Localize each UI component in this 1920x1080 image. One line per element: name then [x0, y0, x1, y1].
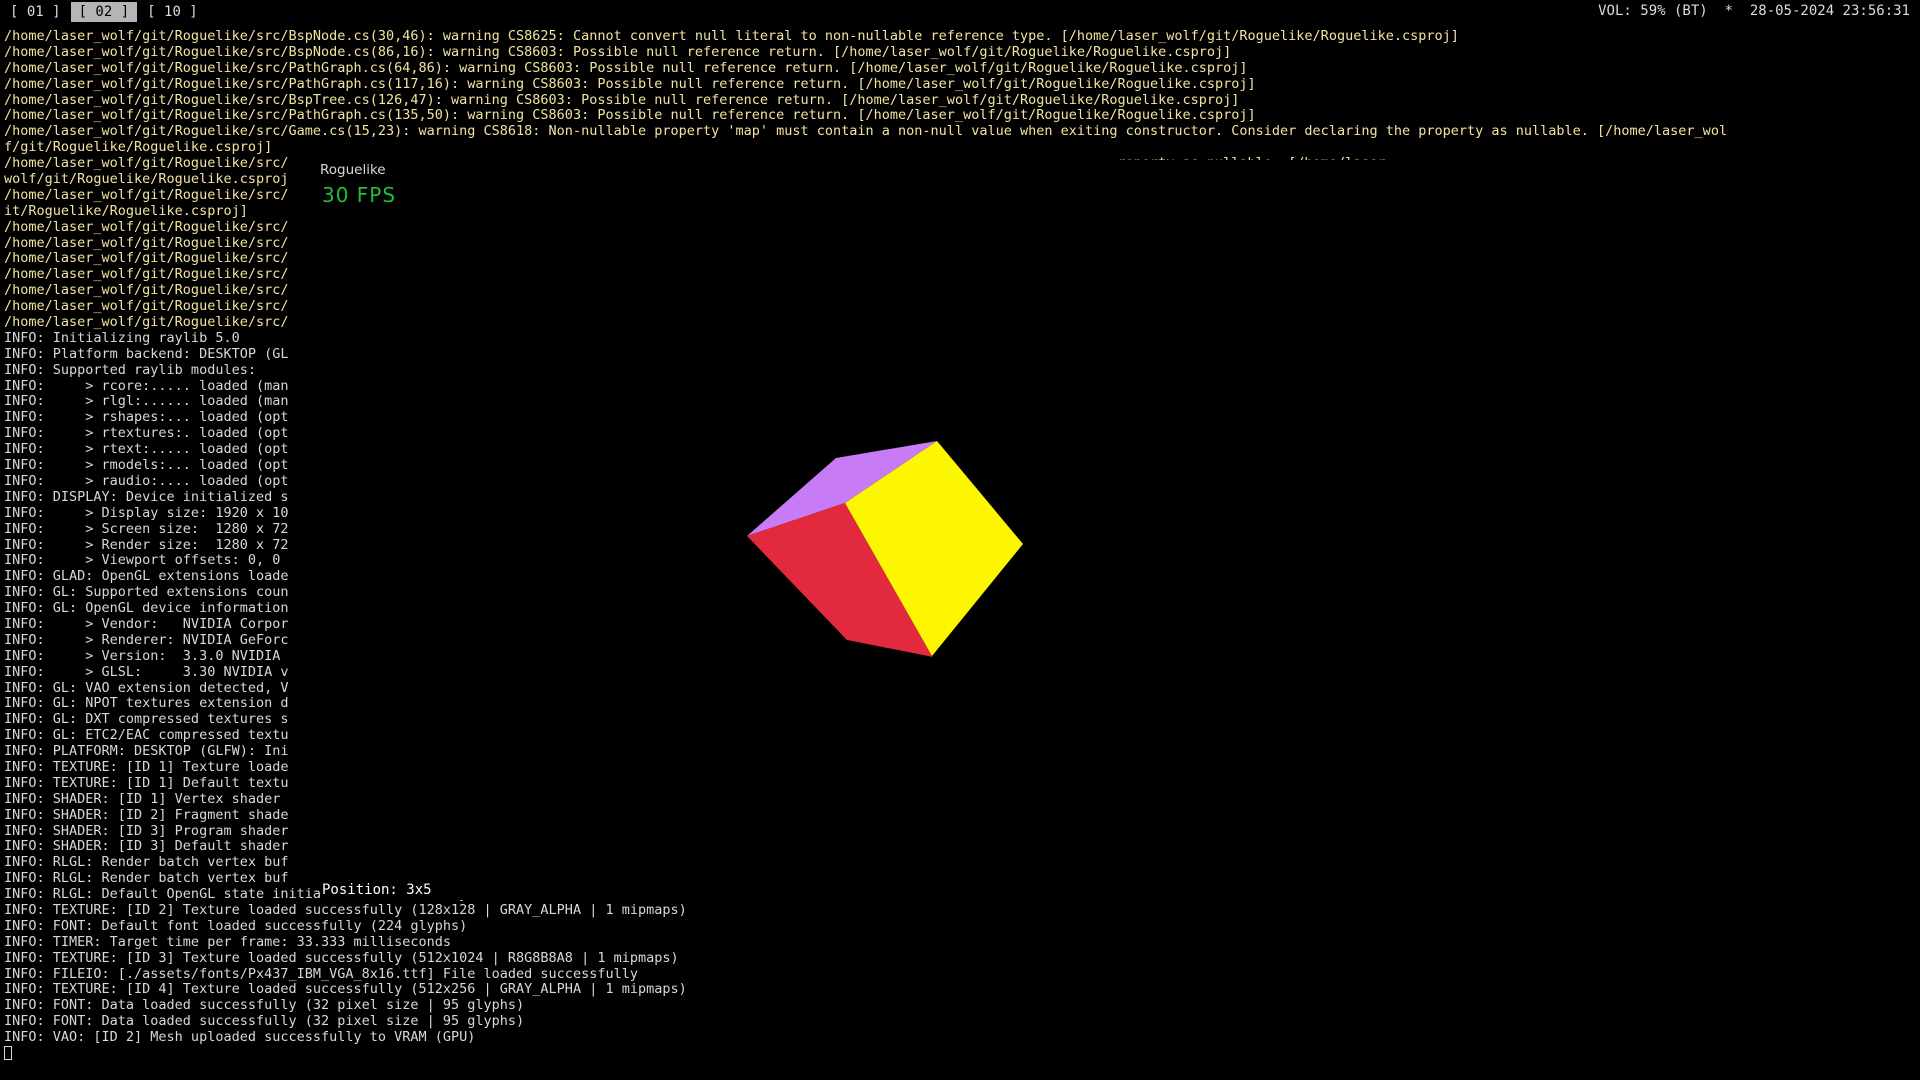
- warning-line: /home/laser_wolf/git/Roguelike/src/Game.…: [4, 124, 1728, 140]
- warning-line: /home/laser_wolf/git/Roguelike/src/PathG…: [4, 76, 1256, 92]
- warning-line: /home/laser_wolf/git/Roguelike/src/BspTr…: [4, 92, 1240, 108]
- info-line: INFO: TIMER: Target time per frame: 33.3…: [4, 934, 452, 950]
- info-line: INFO: FONT: Default font loaded successf…: [4, 918, 468, 934]
- status-bar: [ 01 ] [ 02 ] [ 10 ] VOL: 59% (BT) * 28-…: [0, 0, 1920, 24]
- warning-line: f/git/Roguelike/Roguelike.csproj]: [4, 140, 273, 156]
- info-line: INFO: TEXTURE: [ID 4] Texture loaded suc…: [4, 982, 687, 998]
- warning-line: /home/laser_wolf/git/Roguelike/src/BspNo…: [4, 44, 1232, 60]
- info-line: INFO: FONT: Data loaded successfully (32…: [4, 1014, 525, 1030]
- terminal-cursor[interactable]: [4, 1046, 12, 1060]
- workspace-2[interactable]: [ 02 ]: [70, 2, 138, 22]
- game-window[interactable]: Roguelike 30 FPS Position: 3x5: [320, 160, 1600, 900]
- warning-line: /home/laser_wolf/git/Roguelike/src/PathG…: [4, 108, 1256, 124]
- info-line: INFO: FONT: Data loaded successfully (32…: [4, 998, 525, 1014]
- system-status: VOL: 59% (BT) * 28-05-2024 23:56:31: [1598, 3, 1910, 19]
- workspace-1[interactable]: [ 01 ]: [2, 2, 69, 22]
- warning-line: /home/laser_wolf/git/Roguelike/src/BspNo…: [4, 29, 1459, 44]
- position-readout: Position: 3x5: [322, 882, 432, 898]
- info-line: INFO: FILEIO: [./assets/fonts/Px437_IBM_…: [4, 966, 638, 982]
- workspace-10[interactable]: [ 10 ]: [139, 2, 206, 22]
- info-line: INFO: VAO: [ID 2] Mesh uploaded successf…: [4, 1030, 476, 1046]
- info-line: INFO: TEXTURE: [ID 3] Texture loaded suc…: [4, 950, 679, 966]
- warning-line: /home/laser_wolf/git/Roguelike/src/PathG…: [4, 60, 1248, 76]
- game-canvas[interactable]: 30 FPS Position: 3x5: [320, 180, 1600, 900]
- window-title: Roguelike: [320, 160, 1600, 180]
- info-line: INFO: TEXTURE: [ID 2] Texture loaded suc…: [4, 902, 687, 918]
- cube-render: [747, 441, 1023, 657]
